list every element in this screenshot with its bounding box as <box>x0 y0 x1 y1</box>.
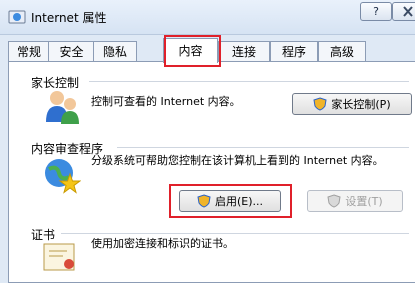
highlight-tab-content <box>164 35 221 67</box>
title-bar: Internet 属性 ? <box>0 0 415 35</box>
shield-icon <box>327 194 341 208</box>
content-panel: 家长控制 控制可查看的 Internet 内容。 家长控制(P) 内容审查程序 … <box>8 61 415 283</box>
window-title: Internet 属性 <box>31 11 107 25</box>
globe-star-icon <box>45 159 81 194</box>
tab-advanced[interactable]: 高级 <box>318 41 366 62</box>
tab-connections[interactable]: 连接 <box>218 41 270 62</box>
close-button[interactable] <box>392 2 415 21</box>
internet-options-icon <box>8 10 26 24</box>
certificates-description: 使用加密连接和标识的证书。 <box>91 237 234 250</box>
tab-security[interactable]: 安全 <box>48 41 95 62</box>
parental-users-icon <box>46 91 79 124</box>
help-icon: ? <box>373 5 379 18</box>
content-advisor-description: 分级系统可帮助您控制在该计算机上看到的 Internet 内容。 <box>91 154 384 167</box>
highlight-enable-button <box>169 184 292 218</box>
help-button[interactable]: ? <box>360 2 392 21</box>
tab-programs[interactable]: 程序 <box>270 41 318 62</box>
tab-general[interactable]: 常规 <box>8 41 50 62</box>
tab-privacy[interactable]: 隐私 <box>93 41 137 62</box>
certificates-heading: 证书 <box>31 228 56 242</box>
divider <box>61 233 409 234</box>
certificate-icon <box>43 243 75 271</box>
divider <box>117 147 409 148</box>
divider <box>89 81 409 82</box>
parental-description: 控制可查看的 Internet 内容。 <box>91 95 241 108</box>
close-icon <box>403 6 413 17</box>
settings-button[interactable]: 设置(T) <box>307 190 403 212</box>
shield-icon <box>313 97 327 111</box>
parental-controls-button[interactable]: 家长控制(P) <box>292 93 412 115</box>
